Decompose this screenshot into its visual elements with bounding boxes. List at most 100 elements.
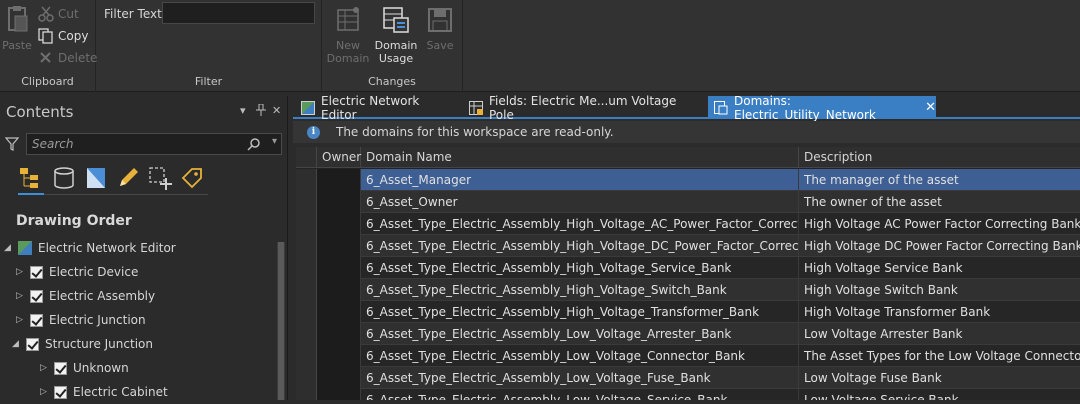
table-row[interactable]: 6_Asset_Type_Electric_Assembly_High_Volt… <box>296 279 1080 301</box>
tree-item-layer[interactable]: ▷ Electric Device <box>16 260 138 284</box>
drawing-order-icon[interactable] <box>18 166 42 190</box>
description-cell[interactable]: High Voltage Transformer Bank <box>800 301 1080 323</box>
filter-funnel-icon[interactable] <box>4 137 20 154</box>
owner-cell[interactable] <box>317 367 361 389</box>
collapse-arrow-icon[interactable]: ◢ <box>4 243 14 253</box>
table-row[interactable]: 6_Asset_Type_Electric_Assembly_Low_Volta… <box>296 367 1080 389</box>
owner-cell[interactable] <box>317 301 361 323</box>
layer-visibility-checkbox[interactable] <box>26 337 39 351</box>
tab-fields[interactable]: Fields: Electric Me...um Voltage Pole <box>463 94 703 122</box>
pin-icon[interactable] <box>256 103 266 119</box>
new-domain-button[interactable]: New Domain <box>325 4 371 65</box>
close-tab-icon[interactable]: ✕ <box>925 100 936 115</box>
description-cell[interactable]: High Voltage DC Power Factor Correcting … <box>800 235 1080 257</box>
description-cell[interactable]: High Voltage Switch Bank <box>800 279 1080 301</box>
table-row[interactable]: 6_Asset_Type_Electric_Assembly_High_Volt… <box>296 257 1080 279</box>
contents-scrollbar[interactable] <box>277 242 285 400</box>
domain-name-cell[interactable]: 6_Asset_Manager <box>362 169 799 191</box>
description-cell[interactable]: Low Voltage Arrester Bank <box>800 323 1080 345</box>
row-selector[interactable] <box>296 323 317 345</box>
row-selector[interactable] <box>296 213 317 235</box>
layer-visibility-checkbox[interactable] <box>30 265 43 279</box>
owner-cell[interactable] <box>317 235 361 257</box>
domain-name-cell[interactable]: 6_Asset_Type_Electric_Assembly_High_Volt… <box>362 213 799 235</box>
cut-button[interactable]: Cut <box>38 4 79 24</box>
snapping-icon[interactable] <box>148 166 172 190</box>
domain-name-cell[interactable]: 6_Asset_Owner <box>362 191 799 213</box>
table-row[interactable]: 6_Asset_Type_Electric_Assembly_Low_Volta… <box>296 389 1080 400</box>
domain-usage-button[interactable]: Domain Usage <box>373 4 419 65</box>
copy-button[interactable]: Copy <box>38 26 88 46</box>
scrollbar-thumb[interactable] <box>278 242 284 400</box>
tree-item-map[interactable]: ◢ Electric Network Editor <box>4 236 176 260</box>
tree-item-layer[interactable]: ▷ Electric Assembly <box>16 284 155 308</box>
column-header-domain-name[interactable]: Domain Name <box>361 147 799 168</box>
row-selector[interactable] <box>296 169 317 191</box>
pane-menu-icon[interactable]: ▾ <box>240 104 246 117</box>
domain-name-cell[interactable]: 6_Asset_Type_Electric_Assembly_High_Volt… <box>362 279 799 301</box>
description-cell[interactable]: The manager of the asset <box>800 169 1080 191</box>
filter-text-input[interactable] <box>162 2 315 24</box>
owner-cell[interactable] <box>317 213 361 235</box>
expand-arrow-icon[interactable]: ▷ <box>40 363 50 373</box>
description-cell[interactable]: High Voltage AC Power Factor Correcting … <box>800 213 1080 235</box>
save-button[interactable]: Save <box>417 4 463 52</box>
description-cell[interactable]: High Voltage Service Bank <box>800 257 1080 279</box>
description-cell[interactable]: The Asset Types for the Low Voltage Conn… <box>800 345 1080 367</box>
row-selector[interactable] <box>296 389 317 400</box>
tree-item-layer[interactable]: ◢ Structure Junction <box>12 332 153 356</box>
owner-cell[interactable] <box>317 169 361 191</box>
description-cell[interactable]: Low Voltage Fuse Bank <box>800 367 1080 389</box>
selection-icon[interactable] <box>84 166 108 190</box>
data-source-icon[interactable] <box>52 166 76 190</box>
domain-name-cell[interactable]: 6_Asset_Type_Electric_Assembly_Low_Volta… <box>362 345 799 367</box>
paste-button[interactable]: Paste <box>0 4 40 52</box>
search-dropdown-icon[interactable]: ▾ <box>272 136 277 147</box>
tree-item-sublayer[interactable]: ▷ Unknown <box>40 356 129 380</box>
layer-visibility-checkbox[interactable] <box>54 361 67 375</box>
expand-arrow-icon[interactable]: ▷ <box>16 267 26 277</box>
table-row[interactable]: 6_Asset_Manager The manager of the asset <box>296 169 1080 191</box>
row-selector[interactable] <box>296 191 317 213</box>
owner-cell[interactable] <box>317 191 361 213</box>
domain-name-cell[interactable]: 6_Asset_Type_Electric_Assembly_High_Volt… <box>362 235 799 257</box>
expand-arrow-icon[interactable]: ▷ <box>16 315 26 325</box>
row-selector[interactable] <box>296 367 317 389</box>
editing-pencil-icon[interactable] <box>116 166 140 190</box>
domain-name-cell[interactable]: 6_Asset_Type_Electric_Assembly_High_Volt… <box>362 257 799 279</box>
domain-name-cell[interactable]: 6_Asset_Type_Electric_Assembly_High_Volt… <box>362 301 799 323</box>
owner-cell[interactable] <box>317 345 361 367</box>
column-header-description[interactable]: Description <box>799 147 1080 168</box>
table-row[interactable]: 6_Asset_Type_Electric_Assembly_Low_Volta… <box>296 323 1080 345</box>
row-selector[interactable] <box>296 345 317 367</box>
table-row[interactable]: 6_Asset_Type_Electric_Assembly_High_Volt… <box>296 235 1080 257</box>
row-selector[interactable] <box>296 279 317 301</box>
table-row[interactable]: 6_Asset_Type_Electric_Assembly_High_Volt… <box>296 301 1080 323</box>
collapse-arrow-icon[interactable]: ◢ <box>12 339 22 349</box>
owner-cell[interactable] <box>317 323 361 345</box>
expand-arrow-icon[interactable]: ▷ <box>16 291 26 301</box>
tree-item-layer[interactable]: ▷ Electric Junction <box>16 308 146 332</box>
delete-button[interactable]: Delete <box>38 48 97 68</box>
description-cell[interactable]: Low Voltage Service Bank <box>800 389 1080 400</box>
description-cell[interactable]: The owner of the asset <box>800 191 1080 213</box>
tree-item-sublayer[interactable]: ▷ Electric Cabinet <box>40 380 168 404</box>
search-icon[interactable] <box>247 137 261 154</box>
row-selector[interactable] <box>296 235 317 257</box>
table-row[interactable]: 6_Asset_Type_Electric_Assembly_Low_Volta… <box>296 345 1080 367</box>
tab-domains[interactable]: Domains: Electric_Utility_Network ✕ <box>708 94 936 122</box>
table-row[interactable]: 6_Asset_Owner The owner of the asset <box>296 191 1080 213</box>
tab-electric-network-editor[interactable]: Electric Network Editor <box>295 94 455 122</box>
labeling-icon[interactable] <box>180 166 204 190</box>
owner-cell[interactable] <box>317 257 361 279</box>
row-selector[interactable] <box>296 257 317 279</box>
contents-search-input[interactable]: Search ▾ <box>26 133 282 155</box>
domain-name-cell[interactable]: 6_Asset_Type_Electric_Assembly_Low_Volta… <box>362 323 799 345</box>
close-pane-icon[interactable]: ✕ <box>272 104 281 117</box>
table-row[interactable]: 6_Asset_Type_Electric_Assembly_High_Volt… <box>296 213 1080 235</box>
domain-name-cell[interactable]: 6_Asset_Type_Electric_Assembly_Low_Volta… <box>362 389 799 400</box>
owner-cell[interactable] <box>317 389 361 400</box>
owner-cell[interactable] <box>317 279 361 301</box>
layer-visibility-checkbox[interactable] <box>54 385 67 399</box>
layer-visibility-checkbox[interactable] <box>30 289 43 303</box>
